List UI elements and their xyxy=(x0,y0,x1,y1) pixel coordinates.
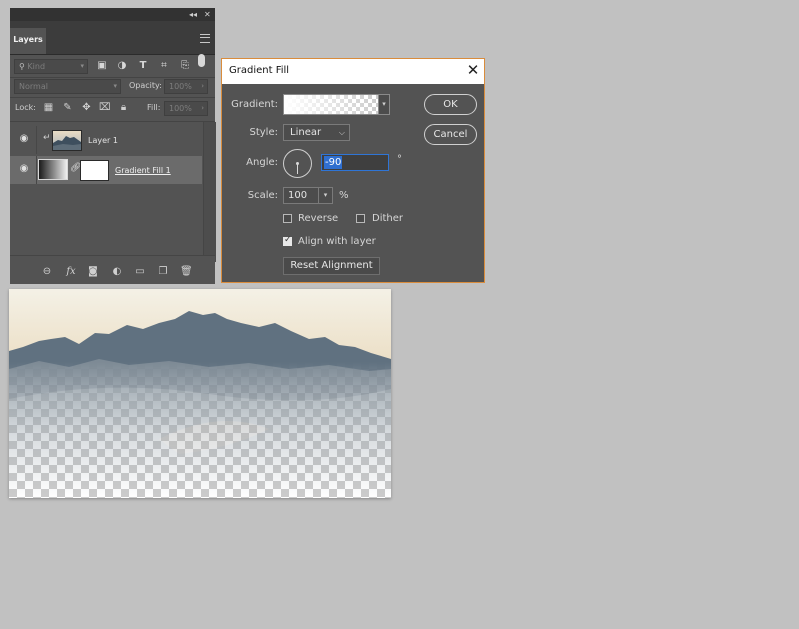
panel-menu-icon[interactable] xyxy=(200,34,210,43)
canvas-image xyxy=(9,289,391,498)
reset-alignment-button[interactable]: Reset Alignment xyxy=(283,257,380,275)
scale-input[interactable]: 100 xyxy=(283,187,319,204)
align-with-layer-checkbox[interactable] xyxy=(283,235,292,246)
blend-mode-dropdown[interactable]: Normal ▾ xyxy=(14,79,121,94)
opacity-label: Opacity: xyxy=(129,81,162,90)
lock-all-icon[interactable]: 🔒︎ xyxy=(118,102,129,113)
angle-label: Angle: xyxy=(246,157,278,168)
fill-value: 100% xyxy=(169,104,192,113)
divider xyxy=(10,121,215,122)
divider xyxy=(10,97,215,98)
chevron-down-icon: › xyxy=(201,82,204,90)
gradient-swatch[interactable] xyxy=(283,94,379,115)
adjustment-filter-icon[interactable]: ◑ xyxy=(116,60,128,72)
smart-object-filter-icon[interactable]: ⎘ xyxy=(179,60,191,72)
mountain-scene xyxy=(9,289,391,498)
cancel-button[interactable]: Cancel xyxy=(424,124,477,145)
reverse-label[interactable]: Reverse xyxy=(298,213,338,224)
shape-filter-icon[interactable]: ⌗ xyxy=(158,60,170,72)
chevron-down-icon: ▾ xyxy=(113,82,117,90)
layer-visibility-cell[interactable]: ◉ xyxy=(10,126,37,154)
lock-position-icon[interactable]: ✥ xyxy=(81,102,92,113)
lock-image-pixels-icon[interactable]: ✎ xyxy=(62,102,73,113)
canvas-document[interactable] xyxy=(9,289,391,498)
dialog-title-bar: Gradient Fill ✕ xyxy=(222,59,484,84)
panel-top-bar: ◂◂ ✕ xyxy=(10,8,215,21)
gradient-fill-thumbnail[interactable] xyxy=(38,159,68,180)
image-filter-icon[interactable]: ▣ xyxy=(96,60,108,72)
clipping-arrow-icon: ↵ xyxy=(43,133,51,143)
layers-scrollbar[interactable] xyxy=(203,122,216,262)
lock-artboard-icon[interactable]: ⌧ xyxy=(99,102,111,113)
chevron-down-icon: ▾ xyxy=(80,62,84,70)
layer-thumbnail xyxy=(52,130,82,151)
scale-unit: % xyxy=(339,190,349,201)
angle-input[interactable]: -90 xyxy=(321,154,389,171)
layers-panel: ◂◂ ✕ Layers ⚲ Kind ▾ ▣ ◑ T ⌗ ⎘ Normal ▾ … xyxy=(10,8,216,284)
gradient-fill-dialog: Gradient Fill ✕ Gradient: ▾ Style: Linea… xyxy=(221,58,485,283)
filter-type-dropdown[interactable]: ⚲ Kind ▾ xyxy=(14,59,88,74)
mountain-thumbnail-icon xyxy=(53,131,81,150)
divider xyxy=(10,77,215,78)
eye-icon[interactable]: ◉ xyxy=(18,134,30,144)
reverse-checkbox[interactable] xyxy=(283,214,292,223)
layer-visibility-cell[interactable]: ◉ xyxy=(10,156,37,184)
fx-icon[interactable]: fx xyxy=(65,266,77,278)
angle-value: -90 xyxy=(324,156,343,169)
lock-label: Lock: xyxy=(15,103,36,112)
panel-tab-row: Layers xyxy=(10,21,215,55)
new-layer-icon[interactable]: ❐ xyxy=(157,266,169,278)
delete-layer-icon[interactable]: 🗑︎ xyxy=(180,266,193,278)
dither-checkbox[interactable] xyxy=(356,214,365,223)
layer-name[interactable]: Gradient Fill 1 xyxy=(115,166,171,175)
angle-unit: ° xyxy=(397,154,402,165)
add-mask-icon[interactable]: ◙ xyxy=(87,266,99,278)
angle-dial-hand xyxy=(297,164,298,174)
chevron-down-icon: › xyxy=(201,104,204,112)
layer-row-layer-1[interactable]: ◉ ↵ Layer 1 xyxy=(10,126,202,154)
align-with-layer-label[interactable]: Align with layer xyxy=(298,236,376,247)
opacity-field[interactable]: 100% › xyxy=(164,79,208,94)
style-dropdown[interactable]: Linear ⌵ xyxy=(283,124,350,141)
dither-label[interactable]: Dither xyxy=(372,213,403,224)
gradient-label: Gradient: xyxy=(231,99,278,110)
new-group-icon[interactable]: ▭ xyxy=(134,266,146,278)
opacity-value: 100% xyxy=(169,82,192,91)
angle-dial[interactable] xyxy=(283,149,312,178)
blend-mode-value: Normal xyxy=(19,82,48,91)
filter-type-value: Kind xyxy=(27,62,46,71)
type-filter-icon[interactable]: T xyxy=(137,60,149,72)
link-layers-icon[interactable]: ⊖ xyxy=(41,266,53,278)
chevron-down-icon: ⌵ xyxy=(338,128,345,137)
layers-footer: ⊖ fx ◙ ◐ ▭ ❐ 🗑︎ xyxy=(10,255,215,284)
style-label: Style: xyxy=(249,127,279,138)
close-icon[interactable]: ✕ xyxy=(466,62,480,78)
tab-layers[interactable]: Layers xyxy=(10,28,46,54)
scale-value: 100 xyxy=(288,190,308,201)
new-adjustment-layer-icon[interactable]: ◐ xyxy=(111,266,123,278)
layer-name[interactable]: Layer 1 xyxy=(88,136,118,145)
eye-icon[interactable]: ◉ xyxy=(18,164,30,174)
close-panel-icon[interactable]: ✕ xyxy=(204,8,211,21)
layer-mask-thumbnail[interactable] xyxy=(80,160,109,181)
lock-transparent-pixels-icon[interactable]: ▦ xyxy=(43,102,54,113)
dialog-title: Gradient Fill xyxy=(229,65,290,76)
scale-label: Scale: xyxy=(247,190,278,201)
fill-label: Fill: xyxy=(147,103,161,112)
fill-field[interactable]: 100% › xyxy=(164,101,208,116)
ok-button[interactable]: OK xyxy=(424,94,477,115)
collapse-panel-icon[interactable]: ◂◂ xyxy=(189,8,197,21)
chevron-down-icon[interactable]: ▾ xyxy=(319,187,333,204)
layer-row-gradient-fill-1[interactable]: ◉ 🔗︎ Gradient Fill 1 xyxy=(10,156,202,184)
filter-toggle-icon[interactable] xyxy=(198,54,205,67)
chevron-down-icon[interactable]: ▾ xyxy=(379,94,390,115)
style-value: Linear xyxy=(290,127,322,138)
